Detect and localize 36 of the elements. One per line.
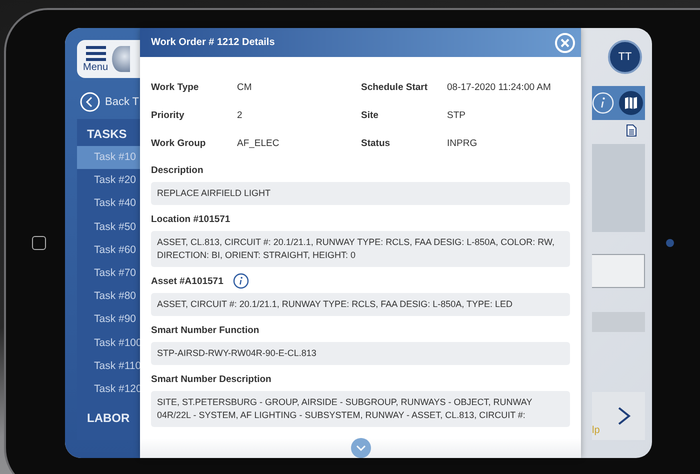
section-label: Asset #A101571 (151, 276, 224, 286)
section-label: Location #101571 (151, 214, 230, 224)
section-value: STP-AIRSD-RWY-RW04R-90-E-CL.813 (151, 342, 570, 365)
section-label: Smart Number Function (151, 324, 260, 336)
section-label: Description (151, 164, 204, 176)
tasks-heading: TASKS (86, 126, 128, 143)
labor-heading: LABOR (86, 410, 131, 428)
menu-icon (86, 46, 106, 60)
field-value: AF_ELEC (237, 138, 280, 149)
map-icon[interactable] (619, 91, 643, 115)
field-value: 08-17-2020 11:24:00 AM (447, 82, 552, 93)
home-button-icon[interactable] (32, 236, 46, 250)
close-icon[interactable] (555, 32, 575, 52)
field-value: 2 (237, 110, 244, 121)
menu-button[interactable]: Menu (83, 46, 108, 72)
back-icon (80, 92, 100, 112)
input-field[interactable] (592, 254, 645, 288)
section-value: REPLACE AIRFIELD LIGHT (151, 182, 570, 205)
field-label: Schedule Start (361, 82, 429, 93)
section-label: Smart Number Description (151, 374, 272, 384)
document-icon[interactable] (626, 124, 637, 137)
field-value: STP (447, 110, 466, 121)
field-label: Work Group (151, 138, 207, 149)
section-value: SITE, ST.PETERSBURG - GROUP, AIRSIDE - SUBGROUP, RUNWAYS - OBJECT, RUNWAY 04R/22L - SYSTEM, AF LIGHTING - SUBSYSTEM, RUNWAY - ASSET, CL.813, CIRCUIT #: (151, 391, 570, 427)
field-value: CM (237, 82, 253, 93)
info-icon[interactable] (233, 273, 250, 289)
section-value: ASSET, CL.813, CIRCUIT #: 20.1/21.1, RUNWAY TYPE: RCLS, FAA DESIG: L-850A, COLOR: RW, DIRECTION: BI, ORIENT: STRAIGHT, HEIGHT: 0 (151, 231, 570, 267)
field-label: Work Type (151, 82, 200, 93)
dialog-title: Work Order # 1212 Details (151, 37, 275, 48)
next-chevron-icon[interactable] (617, 406, 631, 426)
field-label: Priority (151, 110, 186, 121)
section-value: ASSET, CIRCUIT #: 20.1/21.1, RUNWAY TYPE: RCLS, FAA DESIG: L-850A, TYPE: LED (151, 293, 570, 316)
field-label: Status (361, 138, 392, 149)
field-label: Site (361, 110, 380, 121)
field-value: INPRG (447, 138, 478, 149)
user-avatar[interactable]: TT (608, 40, 642, 74)
